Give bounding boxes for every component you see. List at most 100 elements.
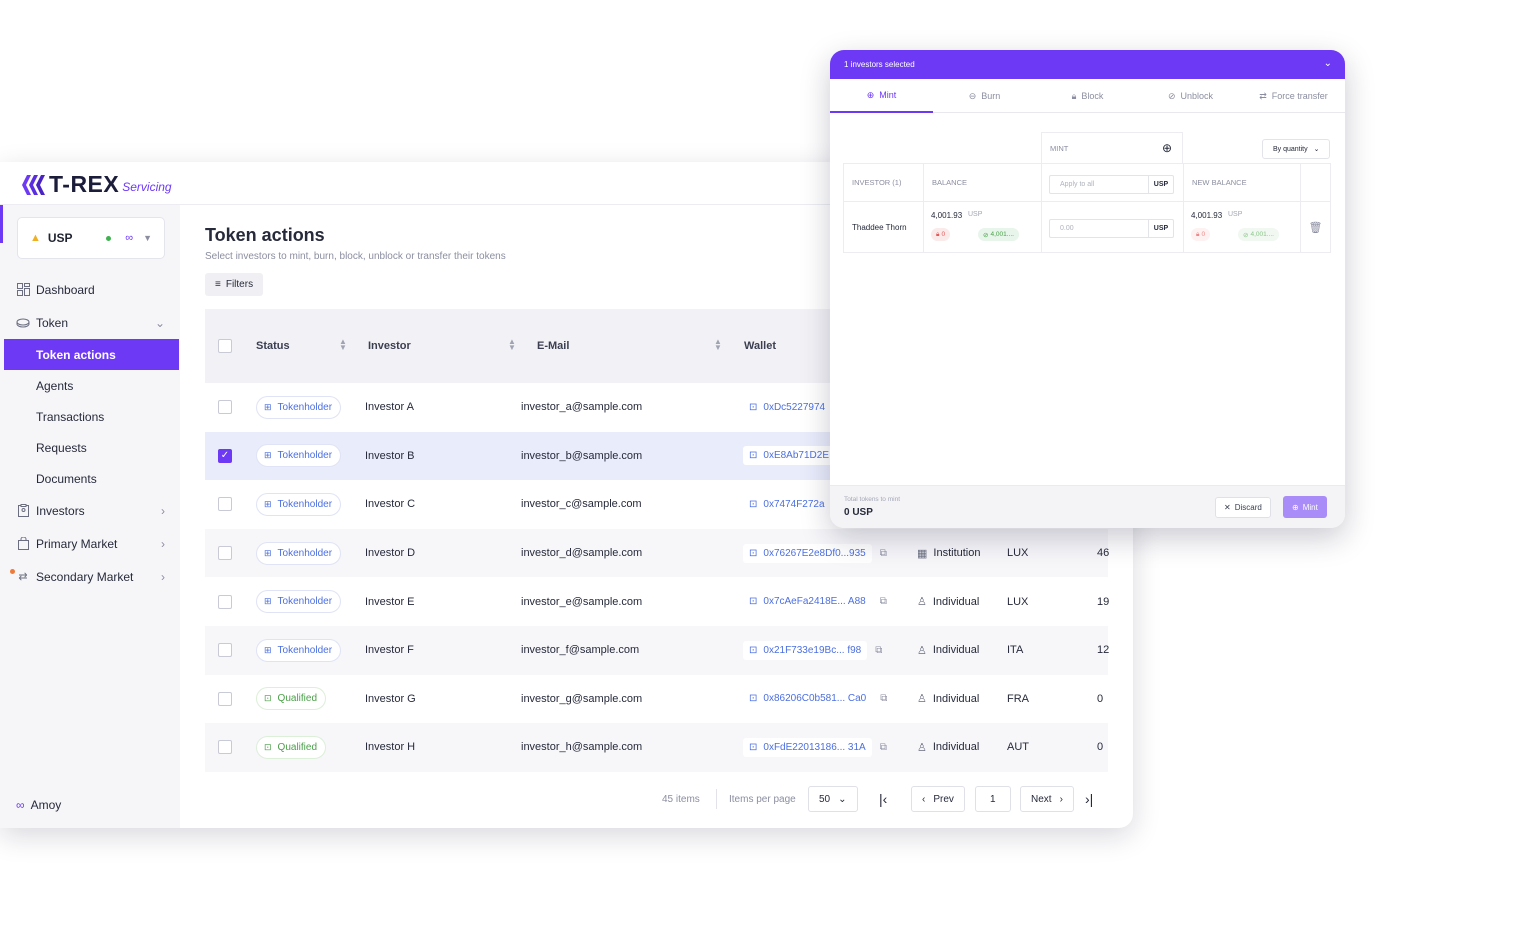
wallet-value: 0xE8Ab71D2E — [763, 450, 829, 462]
unit-label: USP — [1148, 176, 1173, 193]
last-page-icon[interactable]: ›| — [1085, 785, 1093, 813]
copy-icon[interactable]: ⧉ — [880, 742, 887, 753]
tab-block[interactable]: 🔒︎ Block — [1036, 79, 1139, 113]
chevron-down-icon: ▼ — [143, 233, 152, 243]
page-number-input[interactable]: 1 — [975, 785, 1011, 813]
close-icon: ✕ — [1224, 503, 1231, 512]
next-label: Next — [1031, 793, 1052, 805]
sidebar-item-requests[interactable]: Requests — [4, 432, 179, 463]
investor-name[interactable]: Investor D — [365, 529, 415, 578]
row-checkbox[interactable] — [218, 740, 232, 755]
token-selector[interactable]: ▲ USP ∞ ▼ — [17, 217, 165, 259]
tab-force-transfer[interactable]: ⇄ Force transfer — [1242, 79, 1345, 113]
sidebar-item-token[interactable]: Token ⌄ — [4, 306, 179, 339]
copy-icon[interactable]: ⧉ — [880, 693, 887, 704]
status-label: Tokenholder — [277, 450, 333, 462]
first-page-icon[interactable]: |‹ — [879, 785, 887, 813]
sidebar-item-secondary-market[interactable]: ⇄ Secondary Market › — [4, 560, 179, 593]
prev-page-button[interactable]: ‹ Prev — [911, 785, 965, 813]
copy-icon[interactable]: ⧉ — [880, 548, 887, 559]
row-checkbox[interactable] — [218, 594, 232, 609]
investor-email: investor_a@sample.com — [521, 401, 643, 414]
table-row[interactable]: ⊞ Tokenholder Investor D investor_d@sample.… — [205, 528, 1109, 578]
filters-button[interactable]: ≡ Filters — [205, 273, 264, 296]
actions-header — [1300, 163, 1331, 202]
sidebar-item-primary-market[interactable]: Primary Market › — [4, 527, 179, 560]
table-row[interactable]: ⊞ Tokenholder Investor E investor_e@sample.… — [205, 577, 1109, 626]
investor-name[interactable]: Investor A — [365, 383, 414, 432]
tab-mint[interactable]: ⊕ Mint — [830, 79, 933, 113]
investor-name[interactable]: Investor G — [365, 675, 416, 724]
items-per-page-select[interactable]: 50 ⌄ — [808, 785, 858, 813]
wallet-value: 0x76267E2e8Df0...935 — [763, 547, 866, 559]
select-all-checkbox[interactable] — [218, 339, 232, 353]
trash-icon[interactable]: 🗑︎ — [1309, 221, 1323, 234]
wallet-address[interactable]: ⊡ 0xE8Ab71D2E — [743, 446, 835, 466]
investor-type-cell: ▦ Institution — [917, 529, 981, 578]
row-checkbox[interactable] — [218, 400, 232, 415]
qualified-icon: ⊡ — [264, 693, 272, 704]
tab-burn[interactable]: ⊖ Burn — [933, 79, 1036, 113]
row-checkbox[interactable] — [218, 643, 232, 658]
add-circle-icon[interactable]: ⊕ — [1162, 141, 1172, 155]
sidebar-item-token-actions[interactable]: Token actions — [4, 339, 179, 370]
status-cell: ⊞ Tokenholder — [256, 529, 342, 578]
column-status[interactable]: Status — [256, 309, 290, 383]
wallet-address[interactable]: ⊡ 0x76267E2e8Df0...935 — [743, 543, 872, 563]
sort-icon[interactable]: ▲ ▼ — [508, 338, 516, 352]
sidebar-item-dashboard[interactable]: Dashboard — [4, 273, 179, 306]
qualified-icon: ⊡ — [264, 741, 272, 752]
column-email[interactable]: E-Mail — [537, 309, 569, 383]
chevron-down-icon[interactable]: ⌄ — [1324, 58, 1332, 69]
row-checkbox[interactable] — [218, 691, 232, 706]
wallet-address[interactable]: ⊡ 0xFdE22013186... 31A — [743, 737, 872, 757]
mint-amount-input[interactable]: 0.00 USP — [1049, 219, 1174, 238]
investor-type: Individual — [932, 595, 980, 608]
person-icon: ♙ — [917, 644, 927, 657]
investor-type-cell: ♙ Individual — [917, 675, 979, 724]
network-name: Amoy — [30, 798, 62, 812]
column-investor[interactable]: Investor — [368, 309, 411, 383]
discard-button[interactable]: ✕ Discard — [1215, 497, 1271, 518]
wallet-value: 0x21F733e19Bc... f98 — [763, 644, 862, 656]
wallet-icon: ⊡ — [749, 741, 758, 753]
table-row[interactable]: ⊡ Qualified Investor G investor_g@sample.co… — [205, 675, 1108, 724]
sidebar-item-documents[interactable]: Documents — [4, 463, 179, 494]
row-select-cell: ✓ — [218, 432, 232, 481]
table-row[interactable]: ⊡ Qualified Investor H investor_h@sample.co… — [205, 723, 1108, 772]
network-indicator[interactable]: ∞ Amoy — [16, 798, 61, 812]
sort-icon[interactable]: ▲ ▼ — [339, 338, 347, 352]
copy-icon[interactable]: ⧉ — [880, 596, 887, 607]
row-checkbox[interactable] — [218, 497, 232, 512]
investor-name[interactable]: Investor E — [365, 577, 415, 626]
table-row[interactable]: ⊞ Tokenholder Investor F investor_f@sample.… — [205, 625, 1109, 675]
panel-header[interactable]: 1 investors selected ⌄ — [830, 50, 1345, 79]
investor-name[interactable]: Investor H — [365, 723, 415, 772]
investor-email: investor_g@sample.com — [521, 692, 643, 705]
mode-select[interactable]: By quantity ⌄ — [1262, 139, 1330, 159]
primary-market-icon — [16, 537, 30, 551]
wallet-address[interactable]: ⊡ 0x7474F272a — [743, 494, 831, 514]
wallet-address[interactable]: ⊡ 0x7cAeFa2418E... A88 — [743, 592, 872, 612]
copy-icon[interactable]: ⧉ — [875, 645, 882, 656]
new-free-chip: ⊘ 4,001.... — [1238, 228, 1279, 241]
apply-to-all-input[interactable]: Apply to all USP — [1049, 175, 1174, 194]
investor-name[interactable]: Investor F — [365, 626, 414, 675]
sidebar-item-investors[interactable]: Investors › — [4, 494, 179, 527]
investor-name[interactable]: Investor C — [365, 480, 415, 529]
wallet-address[interactable]: ⊡ 0x86206C0b581... Ca0 — [743, 689, 873, 709]
wallet-address[interactable]: ⊡ 0x21F733e19Bc... f98 — [743, 640, 868, 660]
investor-count-header: INVESTOR (1) — [843, 163, 924, 202]
lock-icon: 🔒︎ — [1196, 230, 1200, 238]
sidebar-item-agents[interactable]: Agents — [4, 370, 179, 401]
next-page-button[interactable]: Next › — [1020, 785, 1074, 813]
mint-button[interactable]: ⊕ Mint — [1283, 496, 1327, 518]
row-checkbox[interactable]: ✓ — [218, 448, 232, 463]
investor-name[interactable]: Investor B — [365, 432, 415, 481]
tab-unblock[interactable]: ⊘ Unblock — [1139, 79, 1242, 113]
column-wallet[interactable]: Wallet — [744, 309, 776, 383]
sidebar-item-transactions[interactable]: Transactions — [4, 401, 179, 432]
sort-icon[interactable]: ▲ ▼ — [714, 338, 722, 352]
wallet-address[interactable]: ⊡ 0xDc5227974 — [743, 397, 832, 417]
row-checkbox[interactable] — [218, 546, 232, 561]
